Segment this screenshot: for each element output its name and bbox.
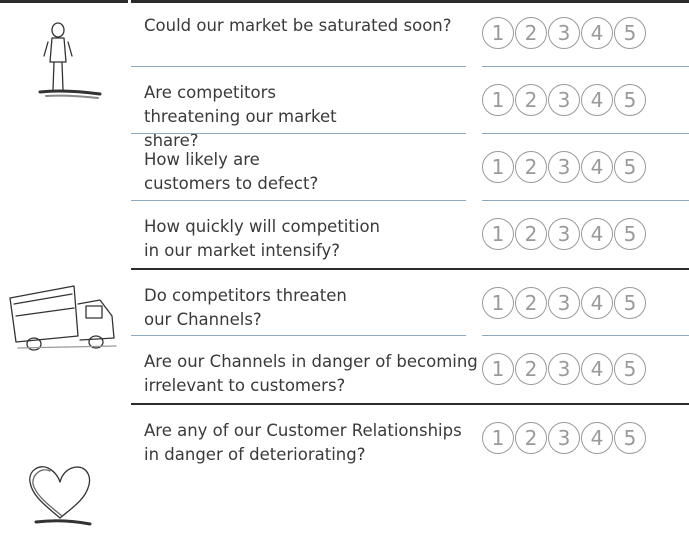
question-text: How quickly will competition in our mark… [144, 217, 380, 260]
question-row: How quickly will competition in our mark… [131, 201, 689, 270]
rating-option-4[interactable]: 4 [581, 84, 613, 116]
heart-sketch-icon [29, 466, 92, 526]
rating-option-4[interactable]: 4 [581, 422, 613, 454]
question-row: Are any of our Customer Relationships in… [131, 405, 689, 475]
rating-option-5[interactable]: 5 [614, 422, 646, 454]
question-text: Are any of our Customer Relationships in… [144, 421, 462, 464]
rating-option-1[interactable]: 1 [482, 17, 514, 49]
rating-option-3[interactable]: 3 [548, 287, 580, 319]
rating-option-1[interactable]: 1 [482, 151, 514, 183]
rating-option-2[interactable]: 2 [515, 84, 547, 116]
rating-option-2[interactable]: 2 [515, 287, 547, 319]
rating-option-5[interactable]: 5 [614, 218, 646, 250]
rating-option-2[interactable]: 2 [515, 151, 547, 183]
rating-option-1[interactable]: 1 [482, 218, 514, 250]
question-list: Could our market be saturated soon? 1 2 … [131, 0, 689, 475]
rating-option-4[interactable]: 4 [581, 151, 613, 183]
rating-scale: 1 2 3 4 5 [482, 17, 646, 49]
rating-scale: 1 2 3 4 5 [482, 287, 646, 319]
rating-scale: 1 2 3 4 5 [482, 84, 646, 116]
rating-option-2[interactable]: 2 [515, 17, 547, 49]
question-text: Are our Channels in danger of becoming i… [144, 352, 478, 395]
rating-option-4[interactable]: 4 [581, 353, 613, 385]
rating-option-5[interactable]: 5 [614, 287, 646, 319]
rating-option-1[interactable]: 1 [482, 353, 514, 385]
rating-option-5[interactable]: 5 [614, 17, 646, 49]
top-rule-left [0, 0, 128, 3]
rating-scale: 1 2 3 4 5 [482, 218, 646, 250]
rating-option-5[interactable]: 5 [614, 151, 646, 183]
rating-option-1[interactable]: 1 [482, 84, 514, 116]
rating-option-3[interactable]: 3 [548, 17, 580, 49]
rating-option-3[interactable]: 3 [548, 218, 580, 250]
rating-option-3[interactable]: 3 [548, 353, 580, 385]
rating-option-5[interactable]: 5 [614, 84, 646, 116]
rating-option-4[interactable]: 4 [581, 17, 613, 49]
question-row: How likely are customers to defect? 1 2 … [131, 134, 689, 201]
rating-option-2[interactable]: 2 [515, 422, 547, 454]
rating-option-2[interactable]: 2 [515, 218, 547, 250]
rating-option-3[interactable]: 3 [548, 422, 580, 454]
rating-option-5[interactable]: 5 [614, 353, 646, 385]
rating-scale: 1 2 3 4 5 [482, 353, 646, 385]
question-row: Do competitors threaten our Channels? 1 … [131, 270, 689, 336]
person-sketch-icon [38, 22, 102, 99]
rating-scale: 1 2 3 4 5 [482, 151, 646, 183]
question-row: Are competitors threatening our market s… [131, 67, 689, 150]
rating-option-2[interactable]: 2 [515, 353, 547, 385]
truck-sketch-icon [9, 285, 117, 351]
rating-option-4[interactable]: 4 [581, 218, 613, 250]
rating-option-1[interactable]: 1 [482, 422, 514, 454]
rating-option-1[interactable]: 1 [482, 287, 514, 319]
rating-option-4[interactable]: 4 [581, 287, 613, 319]
rating-scale: 1 2 3 4 5 [482, 422, 646, 454]
rating-option-3[interactable]: 3 [548, 151, 580, 183]
question-row: Could our market be saturated soon? 1 2 … [131, 0, 689, 67]
question-text: How likely are customers to defect? [144, 150, 319, 193]
question-row: Are our Channels in danger of becoming i… [131, 336, 689, 405]
question-text: Could our market be saturated soon? [144, 16, 452, 35]
question-text: Do competitors threaten our Channels? [144, 286, 347, 329]
rating-option-3[interactable]: 3 [548, 84, 580, 116]
